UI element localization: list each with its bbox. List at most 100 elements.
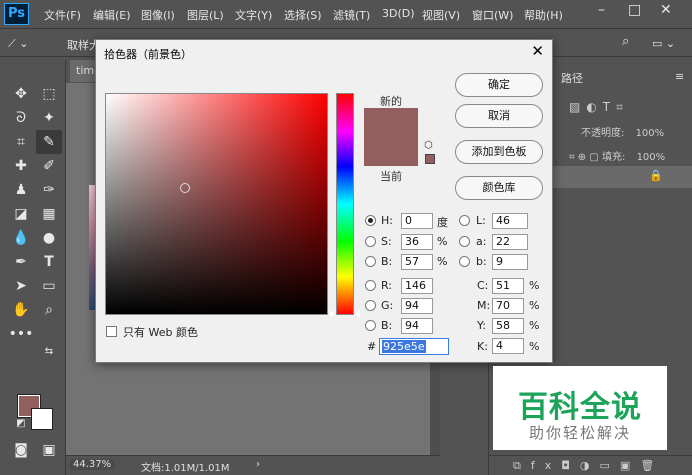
swap-colors-icon[interactable]: ⇆ [36,340,62,364]
input-k[interactable]: 4 [492,338,524,354]
label-k: K: [477,340,488,353]
menu-layer[interactable]: 图层(L) [187,7,224,23]
menu-3d[interactable]: 3D(D) [382,7,415,20]
new-color-swatch [364,108,418,138]
layer-filter-icons[interactable]: ▧◐T⌗ [569,100,692,115]
input-l[interactable]: 46 [492,213,528,229]
radio-blue[interactable] [365,320,376,331]
hand-tool-icon[interactable]: ✋ [8,298,34,322]
hex-input[interactable]: 925e5e [379,338,449,355]
hue-slider-arrow-left[interactable] [330,310,335,318]
only-web-colors-checkbox[interactable] [106,326,117,337]
lasso-tool-icon[interactable]: ᘐ [8,106,34,130]
radio-h[interactable] [365,215,376,226]
fill-value[interactable]: 100% [637,152,666,163]
input-h[interactable]: 0 [401,213,433,229]
input-y[interactable]: 58 [492,318,524,334]
screen-mode-icon[interactable]: ▣ [36,438,62,462]
cancel-button[interactable]: 取消 [455,104,543,128]
crop-tool-icon[interactable]: ⌗ [8,130,34,154]
input-brightness[interactable]: 57 [401,254,433,270]
type-tool-icon[interactable]: T [36,250,62,274]
menu-filter[interactable]: 滤镜(T) [333,7,370,23]
rectangle-tool-icon[interactable]: ▭ [36,274,62,298]
healing-brush-tool-icon[interactable]: ✚ [8,154,34,178]
current-color-swatch[interactable] [364,138,418,166]
more-tools-icon[interactable]: ••• [8,322,34,346]
maximize-button[interactable]: □ [628,2,641,18]
magic-wand-tool-icon[interactable]: ✦ [36,106,62,130]
path-selection-tool-icon[interactable]: ➤ [8,274,34,298]
history-brush-tool-icon[interactable]: ✑ [36,178,62,202]
radio-s[interactable] [365,236,376,247]
hex-value[interactable]: 925e5e [382,340,426,353]
marquee-tool-icon[interactable]: ⬚ [36,82,62,106]
radio-brightness[interactable] [365,256,376,267]
pen-tool-icon[interactable]: ✒ [8,250,34,274]
menu-help[interactable]: 帮助(H) [524,7,563,23]
background-color-swatch[interactable] [31,408,53,430]
menu-file[interactable]: 文件(F) [44,7,81,23]
close-window-button[interactable]: ✕ [660,2,672,18]
fill-control[interactable]: ⌗ ⊕ ▢ 填充: 100% [569,148,692,163]
web-safe-swatch[interactable] [425,154,435,164]
input-lab-b[interactable]: 9 [492,254,528,270]
add-to-swatches-button[interactable]: 添加到色板 [455,140,543,164]
input-blue[interactable]: 94 [401,318,433,334]
hue-slider-arrow-right[interactable] [355,310,360,318]
radio-l[interactable] [459,215,470,226]
color-selector-ring[interactable] [180,183,190,193]
input-r[interactable]: 146 [401,278,433,294]
gamut-cube-icon[interactable]: ⬡ [424,140,433,151]
unit-percent-s: % [437,235,448,248]
input-g[interactable]: 94 [401,298,433,314]
radio-r[interactable] [365,280,376,291]
radio-a[interactable] [459,236,470,247]
close-icon[interactable]: ✕ [531,42,544,60]
zoom-level[interactable]: 44.37% [70,459,115,470]
only-web-colors-option[interactable]: 只有 Web 颜色 [106,324,198,340]
eyedropper-tool-icon[interactable]: ✎ [36,130,62,154]
input-s[interactable]: 36 [401,234,433,250]
radio-lab-b[interactable] [459,256,470,267]
radio-g[interactable] [365,300,376,311]
eyedropper-tool-icon[interactable]: ⟋ ⌄ [8,37,28,51]
color-libraries-button[interactable]: 颜色库 [455,176,543,200]
menu-type[interactable]: 文字(Y) [235,7,272,23]
gradient-tool-icon[interactable]: ▦ [36,202,62,226]
hue-slider[interactable] [336,93,354,315]
menu-select[interactable]: 选择(S) [284,7,322,23]
move-tool-icon[interactable]: ✥ [8,82,34,106]
quick-mask-icon[interactable]: ◙ [8,438,34,462]
minimize-button[interactable]: – [598,2,605,18]
menu-image[interactable]: 图像(I) [141,7,175,23]
blur-tool-icon[interactable]: 💧 [8,226,34,250]
fill-label: 填充: [602,152,626,163]
watermark-subtitle: 助你轻松解决 [528,424,631,442]
zoom-tool-icon[interactable]: ⌕ [36,298,62,322]
layer-footer-icons[interactable]: ⧉fx◘◑▭▣🗑 [513,459,692,473]
workspace-switcher-icon[interactable]: ▭ ⌄ [652,37,675,50]
opacity-control[interactable]: 不透明度: 100% [581,124,692,139]
input-m[interactable]: 70 [492,298,524,314]
tab-paths[interactable]: 路径 [561,70,583,86]
menu-view[interactable]: 视图(V) [422,7,460,23]
menu-window[interactable]: 窗口(W) [472,7,513,23]
layers-footer: ⧉fx◘◑▭▣🗑 [489,455,692,475]
label-m: M: [477,299,491,312]
panel-menu-icon[interactable]: ≡ [675,70,684,83]
saturation-brightness-field[interactable] [105,93,328,315]
eraser-tool-icon[interactable]: ◪ [8,202,34,226]
dodge-tool-icon[interactable]: ● [36,226,62,250]
input-a[interactable]: 22 [492,234,528,250]
search-icon[interactable]: ⌕ [622,34,629,49]
ok-button[interactable]: 确定 [455,73,543,97]
brush-tool-icon[interactable]: ✐ [36,154,62,178]
default-colors-icon[interactable]: ◩ [8,412,34,436]
input-c[interactable]: 51 [492,278,524,294]
status-expand-icon[interactable]: › [256,459,260,470]
menu-edit[interactable]: 编辑(E) [93,7,131,23]
lock-icons[interactable]: ⌗ ⊕ ▢ [569,152,602,163]
clone-stamp-tool-icon[interactable]: ♟ [8,178,34,202]
opacity-value[interactable]: 100% [636,128,665,139]
